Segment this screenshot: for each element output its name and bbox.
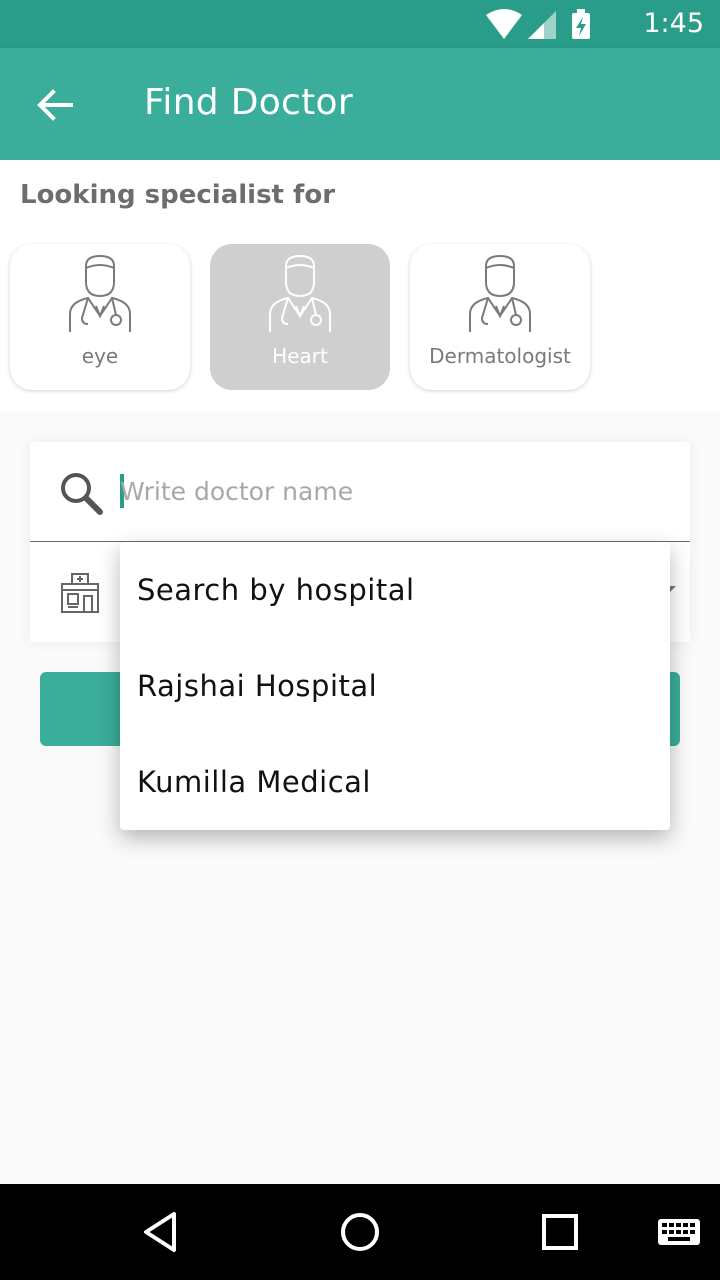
keyboard-icon[interactable] — [656, 1206, 702, 1258]
specialist-label: Dermatologist — [429, 344, 571, 368]
back-button[interactable] — [30, 80, 80, 130]
dropdown-option[interactable]: Search by hospital — [120, 542, 670, 638]
doctor-icon — [269, 254, 331, 332]
specialist-card-dermatologist[interactable]: Dermatologist — [410, 244, 590, 390]
wifi-icon — [486, 9, 522, 39]
status-icons — [486, 9, 590, 39]
doctor-search-row — [30, 442, 690, 542]
doctor-name-input[interactable] — [120, 468, 660, 514]
recents-square-icon[interactable] — [534, 1206, 586, 1258]
dropdown-option[interactable]: Kumilla Medical — [120, 734, 670, 830]
specialist-heading: Looking specialist for — [20, 180, 336, 210]
arrow-back-icon — [37, 89, 73, 121]
app-bar: Find Doctor — [0, 48, 720, 160]
back-triangle-icon[interactable] — [134, 1206, 186, 1258]
doctor-icon — [469, 254, 531, 332]
navigation-bar — [0, 1184, 720, 1280]
specialist-card-heart[interactable]: Heart — [210, 244, 390, 390]
status-bar: 1:45 — [0, 0, 720, 48]
page-title: Find Doctor — [144, 82, 353, 123]
hospital-icon — [61, 573, 99, 613]
signal-icon — [528, 11, 556, 39]
specialist-label: eye — [81, 344, 119, 368]
hospital-dropdown-menu: Search by hospital Rajshai Hospital Kumi… — [120, 542, 670, 830]
specialist-panel: Looking specialist for eye Heart Dermato… — [0, 160, 720, 412]
specialist-label: Heart — [272, 344, 328, 368]
search-icon — [61, 473, 103, 515]
dropdown-option[interactable]: Rajshai Hospital — [120, 638, 670, 734]
doctor-icon — [69, 254, 131, 332]
home-circle-icon[interactable] — [334, 1206, 386, 1258]
battery-charging-icon — [572, 9, 590, 39]
specialist-card-eye[interactable]: eye — [10, 244, 190, 390]
status-time: 1:45 — [643, 8, 704, 39]
